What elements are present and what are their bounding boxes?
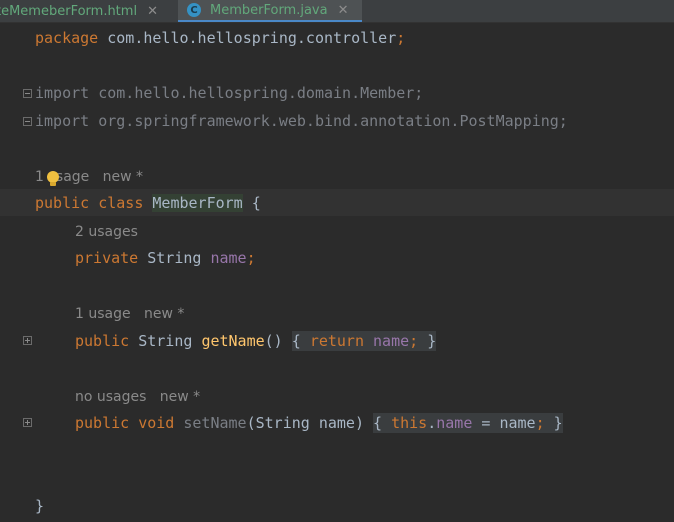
code-line-package[interactable]: package com.hello.hellospring.controller… xyxy=(35,28,405,48)
fold-expand-icon[interactable] xyxy=(23,418,32,427)
usage-hint[interactable]: no usages new * xyxy=(75,388,200,406)
fold-icon[interactable] xyxy=(23,89,32,98)
code-line-setter[interactable]: public void setName(String name) { this.… xyxy=(75,413,563,433)
usage-hint[interactable]: 2 usages xyxy=(75,223,138,241)
code-line-import[interactable]: import com.hello.hellospring.domain.Memb… xyxy=(35,83,423,103)
folded-method-body: { return name; } xyxy=(291,331,437,351)
close-icon[interactable]: ✕ xyxy=(338,3,349,18)
code-line-closing-brace[interactable]: } xyxy=(35,496,44,516)
fold-icon[interactable] xyxy=(23,117,32,126)
tab-label: MemberForm.java xyxy=(210,2,328,18)
lightbulb-icon[interactable] xyxy=(45,170,61,188)
editor-tab-bar: teMemeberForm.html ✕ C MemberForm.java ✕ xyxy=(0,0,674,23)
tab-java-file[interactable]: C MemberForm.java ✕ xyxy=(178,0,362,22)
folded-method-body: { this.name = name; } xyxy=(373,413,563,433)
tab-label: teMemeberForm.html xyxy=(0,3,138,19)
tab-html-file[interactable]: teMemeberForm.html ✕ xyxy=(0,0,174,22)
code-line-import[interactable]: import org.springframework.web.bind.anno… xyxy=(35,111,568,131)
java-class-icon: C xyxy=(187,3,201,17)
class-name: MemberForm xyxy=(152,194,243,212)
fold-expand-icon[interactable] xyxy=(23,336,32,345)
usage-hint[interactable]: 1 usage new * xyxy=(75,305,184,323)
code-line-getter[interactable]: public String getName() { return name; } xyxy=(75,331,437,351)
code-line-field[interactable]: private String name; xyxy=(75,248,256,268)
close-icon[interactable]: ✕ xyxy=(147,4,158,19)
code-line-class[interactable]: public class MemberForm { xyxy=(35,193,261,213)
